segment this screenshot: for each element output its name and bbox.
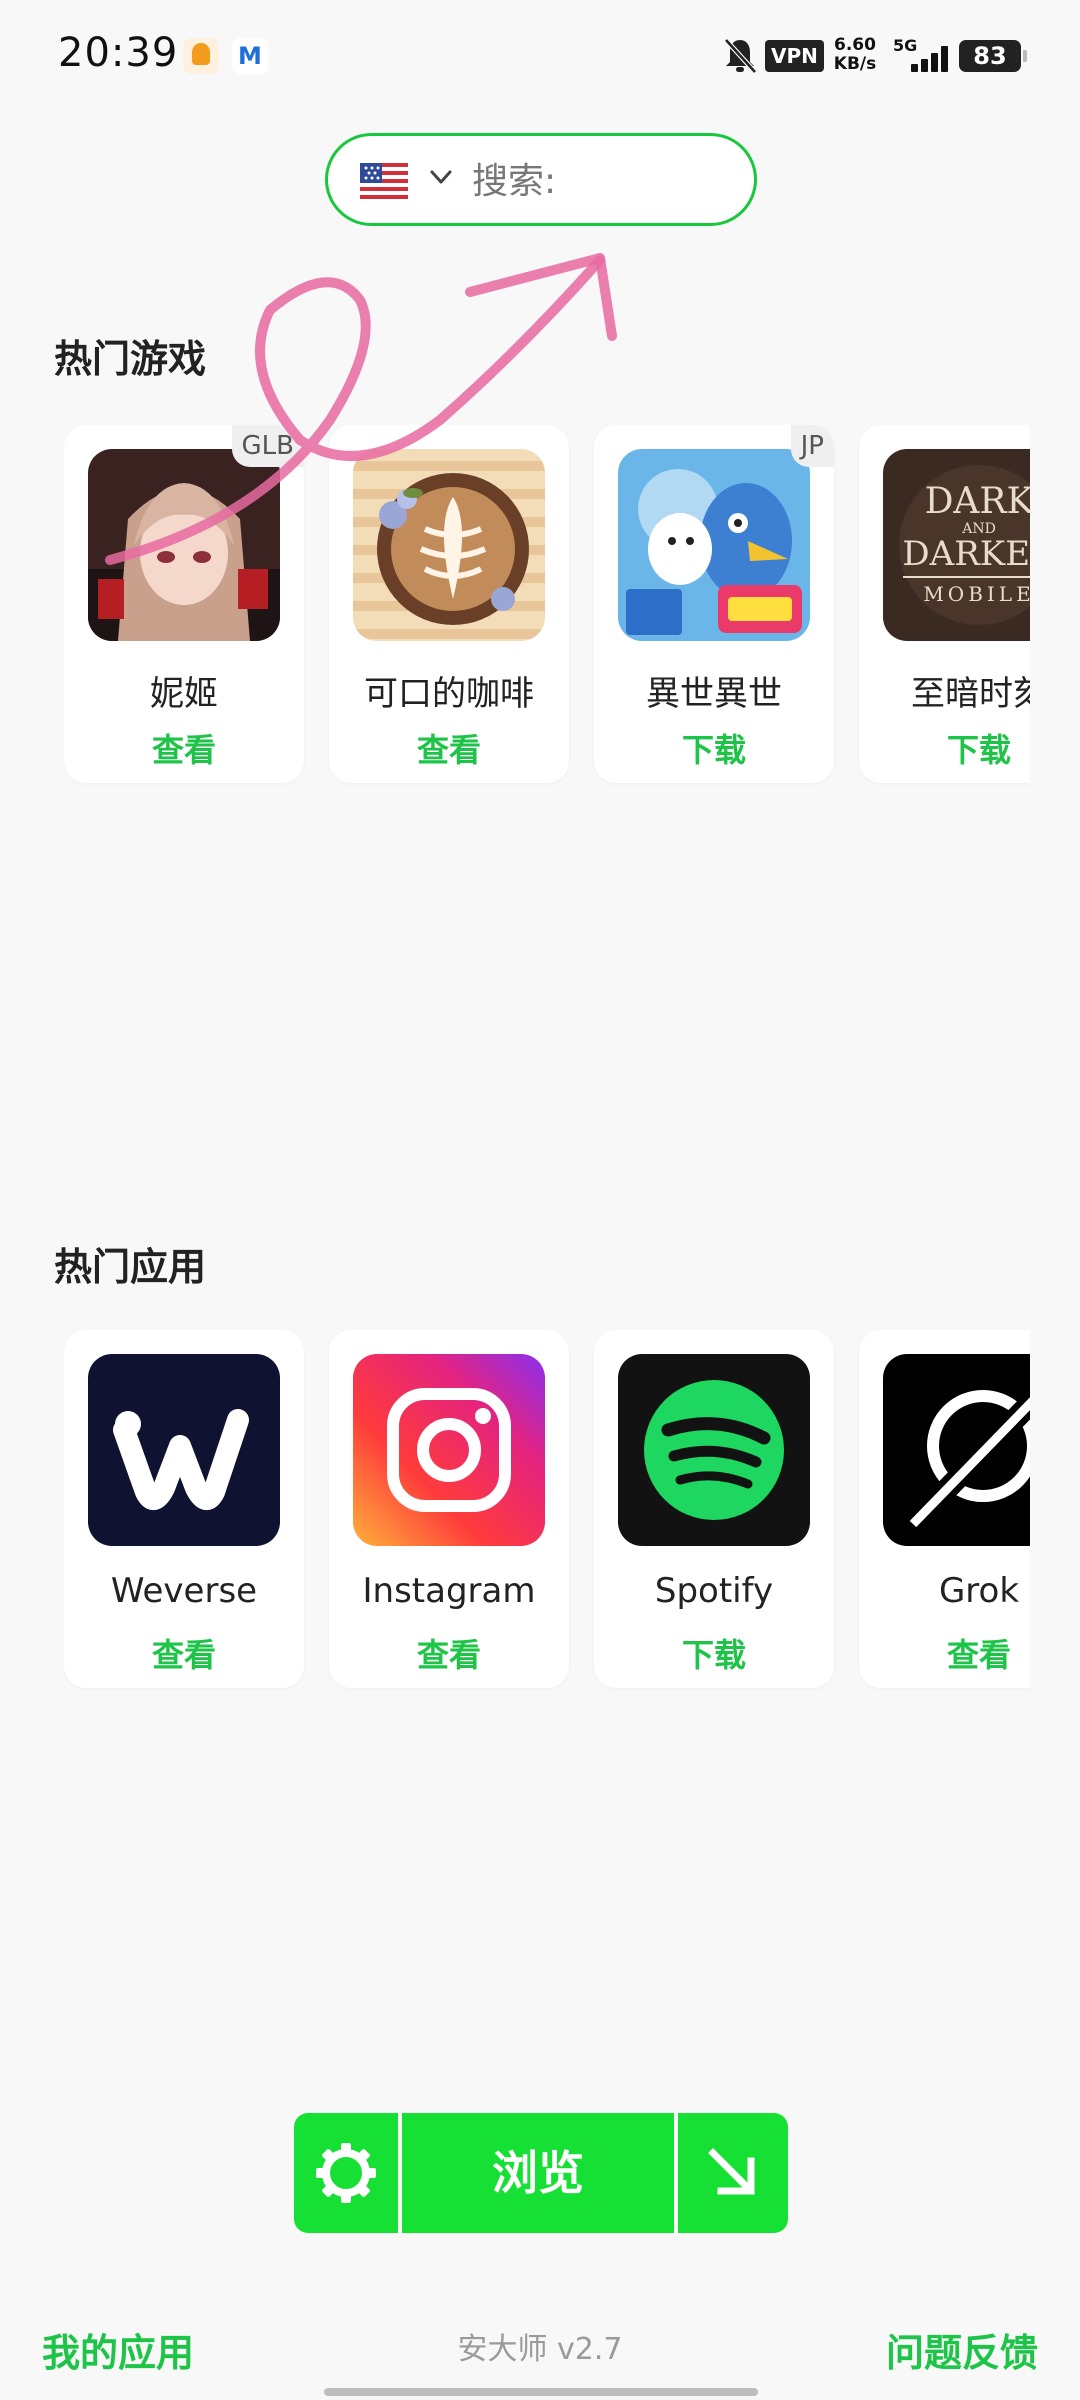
hot-games-title: 热门游戏 xyxy=(54,337,207,381)
signal-icon xyxy=(905,44,951,72)
view-button[interactable]: 查看 xyxy=(64,1630,304,1676)
feedback-link[interactable]: 问题反馈 xyxy=(886,2322,1038,2377)
browse-button[interactable]: 浏览 xyxy=(402,2113,674,2233)
app-card[interactable]: Weverse 查看 xyxy=(64,1330,304,1688)
region-badge: JP xyxy=(790,425,834,467)
instagram-icon[interactable] xyxy=(353,1354,545,1546)
region-badge: GLB xyxy=(231,425,304,467)
game-card[interactable]: JP 異世異世 下载 xyxy=(594,425,834,783)
search-input[interactable] xyxy=(472,158,732,204)
game-name: 可口的咖啡 xyxy=(364,674,534,714)
game-card[interactable]: 可口的咖啡 查看 xyxy=(329,425,569,783)
mail-notification-icon: M xyxy=(232,38,268,74)
app-name: Spotify xyxy=(654,1571,774,1611)
gear-icon xyxy=(316,2143,376,2203)
speed-unit: KB/s xyxy=(833,54,877,74)
speed-value: 6.60 xyxy=(834,35,876,55)
view-button[interactable]: 查看 xyxy=(64,725,304,771)
app-card[interactable]: Spotify 下载 xyxy=(594,1330,834,1688)
download-button[interactable]: 下载 xyxy=(594,1630,834,1676)
settings-button[interactable] xyxy=(294,2113,398,2233)
view-button[interactable]: 查看 xyxy=(329,1630,569,1676)
game-card[interactable]: DARK AND DARKER MOBILE 至暗时刻 下载 xyxy=(859,425,1030,783)
download-button[interactable]: 下载 xyxy=(859,725,1030,771)
app-card[interactable]: Instagram 查看 xyxy=(329,1330,569,1688)
weverse-icon[interactable] xyxy=(88,1354,280,1546)
status-time: 20:39 xyxy=(58,30,179,76)
vpn-badge: VPN xyxy=(765,40,824,72)
dark-and-darker-logo-text: MOBILE xyxy=(923,582,1030,606)
dark-and-darker-logo-text: DARK xyxy=(925,481,1030,522)
view-button[interactable]: 查看 xyxy=(329,725,569,771)
open-arrow-button[interactable] xyxy=(678,2113,788,2233)
dark-and-darker-icon[interactable]: DARK AND DARKER MOBILE xyxy=(883,449,1030,641)
spotify-icon[interactable] xyxy=(618,1354,810,1546)
app-name: Instagram xyxy=(362,1571,536,1611)
status-bar: 20:39 M VPN 6.60 KB/s 5G 83 xyxy=(0,0,1080,112)
game-name: 異世異世 xyxy=(646,674,782,714)
game-name: 至暗时刻 xyxy=(911,674,1030,714)
bell-off-icon xyxy=(724,38,757,74)
network-speed: 6.60 KB/s xyxy=(830,36,880,74)
arrow-down-right-icon xyxy=(708,2148,755,2195)
hot-games-row[interactable]: GLB 妮姬 查看 可口的咖啡 查看 JP 異世異世 下载 DARK AND D… xyxy=(64,425,1030,789)
coffee-icon[interactable] xyxy=(353,449,545,641)
game-card[interactable]: GLB 妮姬 查看 xyxy=(64,425,304,783)
game-name: 妮姬 xyxy=(150,674,218,714)
search-bar[interactable] xyxy=(325,133,757,226)
app-name: Weverse xyxy=(110,1571,258,1611)
us-flag-icon[interactable] xyxy=(360,163,408,199)
app-notification-icon xyxy=(183,38,219,74)
nikke-icon[interactable] xyxy=(88,449,280,641)
app-name: Grok xyxy=(938,1571,1020,1611)
isekai-icon[interactable] xyxy=(618,449,810,641)
hot-apps-row[interactable]: Weverse 查看 Instagram 查看 Spotify 下载 Grok … xyxy=(64,1330,1030,1694)
grok-icon[interactable] xyxy=(883,1354,1030,1546)
hot-apps-title: 热门应用 xyxy=(54,1245,207,1289)
chevron-down-icon[interactable] xyxy=(428,164,454,190)
battery-icon: 83 xyxy=(959,40,1027,72)
dark-and-darker-logo-text: DARKER xyxy=(902,534,1030,574)
download-button[interactable]: 下载 xyxy=(594,725,834,771)
home-indicator[interactable] xyxy=(324,2388,758,2396)
view-button[interactable]: 查看 xyxy=(859,1630,1030,1676)
app-card[interactable]: Grok 查看 xyxy=(859,1330,1030,1688)
bottom-action-bar: 浏览 xyxy=(294,2113,788,2233)
